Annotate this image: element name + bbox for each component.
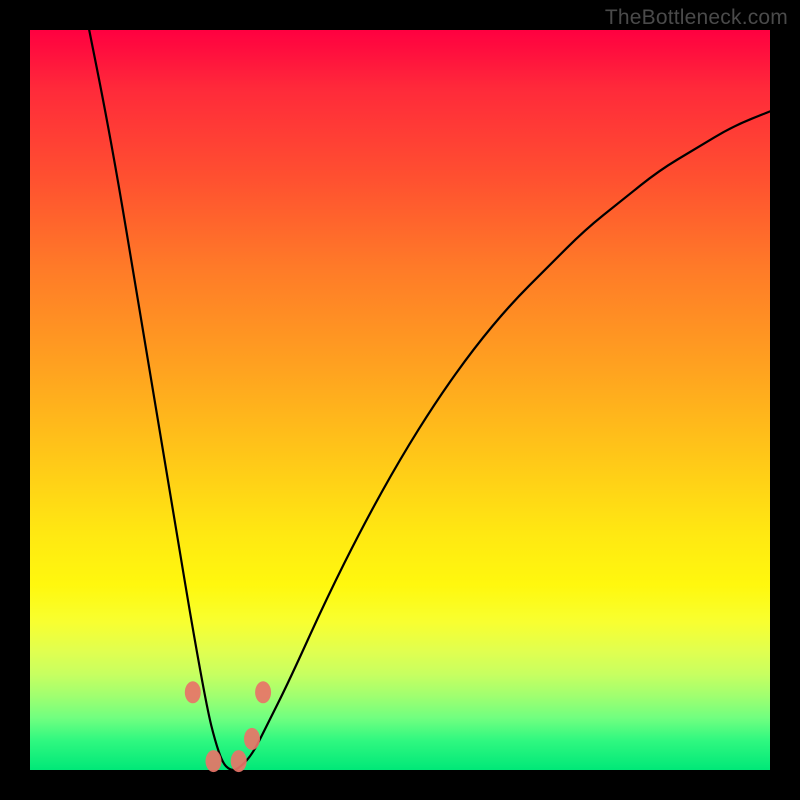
bottleneck-curve [89,30,770,770]
outer-frame: TheBottleneck.com [0,0,800,800]
curve-marker [185,681,201,703]
curve-markers [185,681,271,772]
watermark-text: TheBottleneck.com [605,6,788,30]
curve-path [89,30,770,770]
curve-marker [206,750,222,772]
curve-marker [255,681,271,703]
curve-marker [244,728,260,750]
curve-layer [30,30,770,770]
curve-marker [231,750,247,772]
